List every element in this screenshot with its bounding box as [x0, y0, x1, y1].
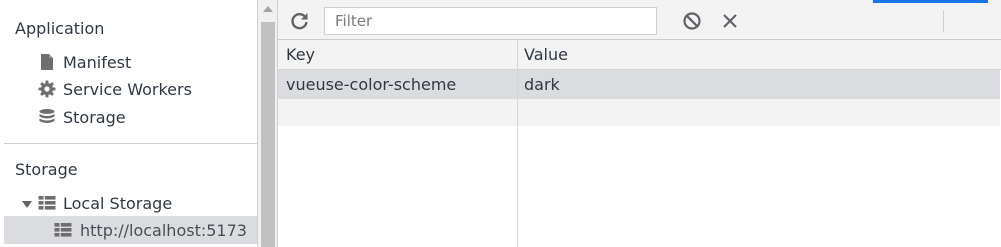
sidebar-item-label: Service Workers [63, 79, 192, 99]
sidebar: Application Manifest Service Workers Sto… [0, 0, 258, 247]
sidebar-item-local-storage[interactable]: Local Storage [0, 189, 257, 217]
document-icon [38, 53, 56, 71]
refresh-icon[interactable] [290, 11, 310, 31]
active-tab-indicator [873, 0, 988, 3]
gear-icon [38, 80, 56, 98]
sidebar-item-service-workers[interactable]: Service Workers [0, 75, 257, 103]
table-grid-icon [54, 221, 72, 239]
filter-input[interactable] [324, 7, 657, 35]
column-header-key[interactable]: Key [278, 40, 518, 70]
column-divider [517, 40, 518, 247]
close-icon[interactable] [720, 11, 740, 31]
block-icon[interactable] [682, 11, 702, 31]
scroll-up-arrow-icon[interactable] [263, 6, 273, 12]
expand-arrow-icon[interactable] [21, 195, 33, 208]
scrollbar-thumb[interactable] [261, 22, 275, 247]
sidebar-item-label: Storage [63, 107, 126, 127]
table-grid-icon [38, 194, 56, 212]
cell-value: dark [524, 75, 560, 94]
column-header-value[interactable]: Value [518, 40, 1001, 70]
sidebar-item-storage[interactable]: Storage [0, 103, 257, 131]
storage-table: Key Value vueuse-color-scheme dark [278, 40, 1001, 247]
table-row-empty[interactable] [278, 99, 1000, 126]
sidebar-item-manifest[interactable]: Manifest [0, 48, 257, 76]
sidebar-scrollbar[interactable] [258, 0, 278, 247]
sidebar-item-label: Manifest [63, 52, 132, 72]
section-title-storage: Storage [15, 160, 78, 179]
sidebar-item-label: Local Storage [63, 193, 173, 213]
sidebar-item-origin[interactable]: http://localhost:5173 [4, 216, 257, 244]
database-icon [38, 108, 56, 126]
sidebar-divider [4, 143, 257, 144]
table-row[interactable]: vueuse-color-scheme dark [278, 70, 1000, 99]
section-title-application: Application [15, 19, 105, 38]
cell-key: vueuse-color-scheme [286, 75, 457, 94]
sidebar-item-label: http://localhost:5173 [80, 220, 247, 240]
toolbar-separator [943, 10, 944, 32]
